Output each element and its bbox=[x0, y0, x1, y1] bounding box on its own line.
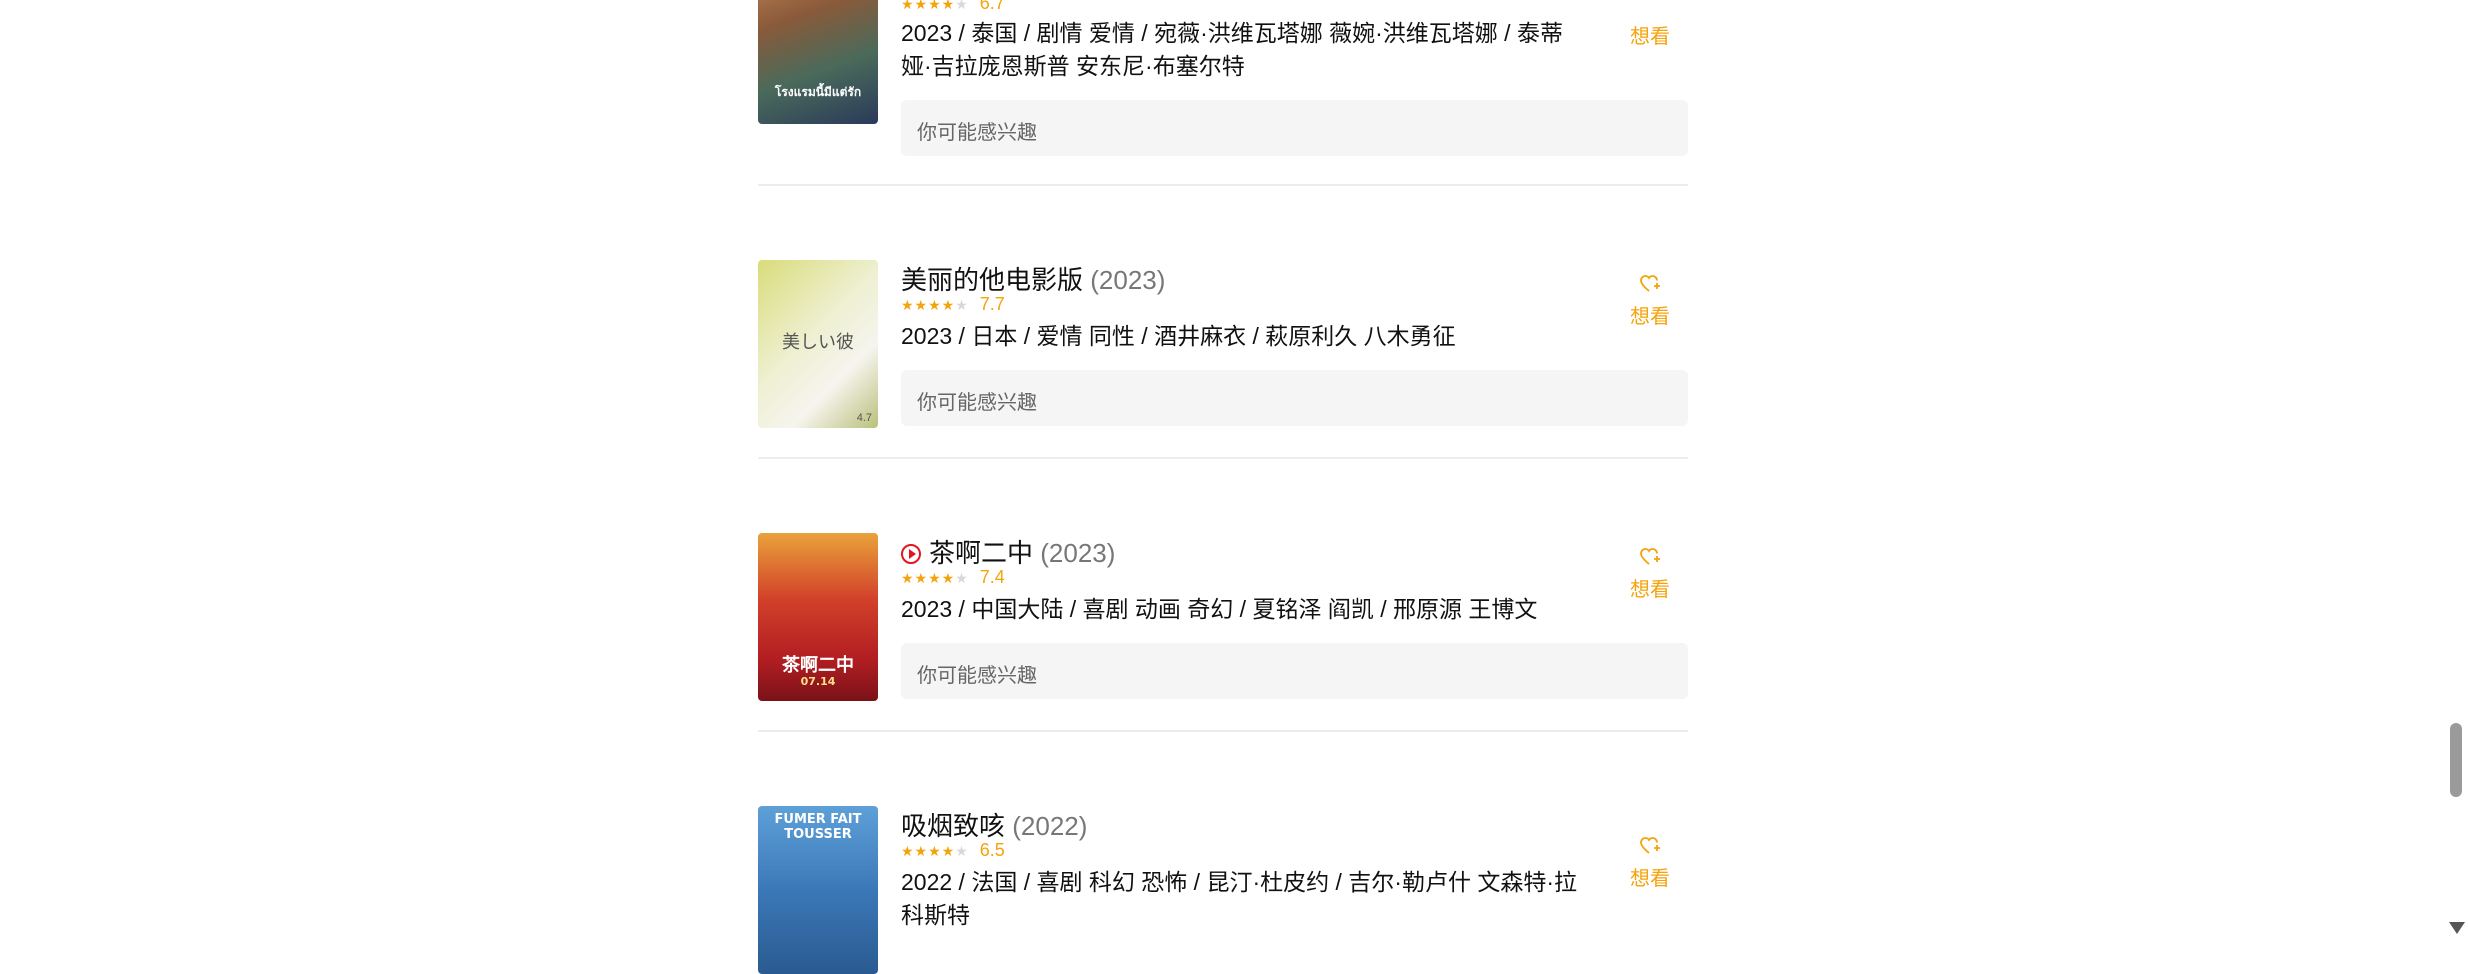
movie-poster[interactable]: โรงแรมนี้มีแต่รัก bbox=[758, 0, 878, 124]
poster-date-text: 07.14 bbox=[800, 675, 836, 688]
interest-bar[interactable]: 你可能感兴趣 bbox=[901, 370, 1688, 426]
poster-title-text: โรงแรมนี้มีแต่รัก bbox=[774, 85, 862, 99]
heart-add-icon bbox=[1640, 837, 1660, 854]
movie-poster[interactable]: 茶啊二中 07.14 bbox=[758, 533, 878, 701]
rating: ★★★★★ 7.4 bbox=[901, 567, 1005, 588]
divider bbox=[758, 457, 1688, 459]
movie-year: (2023) bbox=[1040, 538, 1116, 568]
want-label: 想看 bbox=[1630, 868, 1670, 890]
movie-meta: 2022 / 法国 / 喜剧 科幻 恐怖 / 昆汀·杜皮约 / 吉尔·勒卢什 文… bbox=[901, 869, 1577, 928]
movie-poster[interactable]: FUMER FAIT TOUSSER bbox=[758, 806, 878, 974]
movie-title[interactable]: 吸烟致咳 (2022) bbox=[901, 806, 1087, 843]
play-icon[interactable] bbox=[901, 544, 921, 564]
scroll-down-arrow-icon[interactable] bbox=[2449, 922, 2465, 934]
movie-year: (2023) bbox=[1090, 265, 1166, 295]
interest-bar[interactable]: 你可能感兴趣 bbox=[901, 100, 1688, 156]
divider bbox=[758, 730, 1688, 732]
movie-title[interactable]: 美丽的他电影版 (2023) bbox=[901, 260, 1165, 297]
want-label: 想看 bbox=[1630, 306, 1670, 328]
movie-poster[interactable]: 美しい彼 4.7 bbox=[758, 260, 878, 428]
rating: ★★★★★ 6.7 bbox=[901, 0, 1005, 14]
rating: ★★★★★ 6.5 bbox=[901, 840, 1005, 861]
rating-stars: ★★★★★ bbox=[901, 0, 969, 12]
rating-score: 7.7 bbox=[979, 294, 1005, 314]
divider bbox=[758, 184, 1688, 186]
movie-title-text: 美丽的他电影版 bbox=[901, 265, 1084, 295]
poster-title-text: FUMER FAIT TOUSSER bbox=[774, 812, 862, 842]
interest-label: 你可能感兴趣 bbox=[917, 665, 1037, 687]
movie-title-text: 吸烟致咳 bbox=[901, 811, 1006, 841]
rating-score: 6.7 bbox=[979, 0, 1005, 13]
want-to-watch-button[interactable]: 想看 bbox=[1620, 0, 1680, 49]
interest-label: 你可能感兴趣 bbox=[917, 392, 1037, 414]
poster-title-text: 美しい彼 bbox=[782, 332, 854, 353]
interest-label: 你可能感兴趣 bbox=[917, 122, 1037, 144]
heart-add-icon bbox=[1640, 275, 1660, 292]
poster-title-text: 茶啊二中 bbox=[782, 655, 854, 676]
heart-add-icon bbox=[1640, 548, 1660, 565]
want-to-watch-button[interactable]: 想看 bbox=[1620, 836, 1680, 891]
rating-stars: ★★★★★ bbox=[901, 843, 969, 859]
interest-bar[interactable]: 你可能感兴趣 bbox=[901, 643, 1688, 699]
rating: ★★★★★ 7.7 bbox=[901, 294, 1005, 315]
scrollbar-thumb[interactable] bbox=[2450, 723, 2462, 797]
want-to-watch-button[interactable]: 想看 bbox=[1620, 547, 1680, 602]
rating-score: 6.5 bbox=[979, 840, 1005, 860]
want-label: 想看 bbox=[1630, 26, 1670, 48]
want-label: 想看 bbox=[1630, 579, 1670, 601]
movie-meta: 2023 / 中国大陆 / 喜剧 动画 奇幻 / 夏铭泽 阎凯 / 邢原源 王博… bbox=[901, 596, 1538, 622]
rating-stars: ★★★★★ bbox=[901, 297, 969, 313]
rating-stars: ★★★★★ bbox=[901, 570, 969, 586]
movie-year: (2022) bbox=[1012, 811, 1088, 841]
movie-title[interactable]: 茶啊二中 (2023) bbox=[901, 533, 1115, 570]
rating-score: 7.4 bbox=[979, 567, 1005, 587]
movie-meta: 2023 / 日本 / 爱情 同性 / 酒井麻衣 / 萩原利久 八木勇征 bbox=[901, 323, 1456, 349]
poster-date-text: 4.7 bbox=[856, 412, 872, 424]
movie-meta: 2023 / 泰国 / 剧情 爱情 / 宛薇·洪维瓦塔娜 薇婉·洪维瓦塔娜 / … bbox=[901, 20, 1563, 79]
movie-title-text: 茶啊二中 bbox=[929, 538, 1034, 568]
want-to-watch-button[interactable]: 想看 bbox=[1620, 274, 1680, 329]
